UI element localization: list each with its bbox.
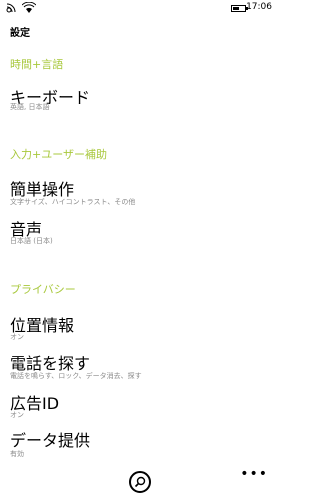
setting-item-feedback[interactable]: データ提供 — [10, 427, 90, 451]
setting-item-feedback-subtitle: 有効 — [10, 450, 24, 458]
group-header-time-language: 時間+言語 — [10, 58, 64, 71]
setting-item-speech-subtitle: 日本語 (日本) — [10, 237, 53, 245]
page-title: 設定 — [10, 28, 30, 39]
setting-item-advertising-id-subtitle: オン — [10, 411, 24, 419]
status-bar: 17:06 — [0, 0, 280, 18]
group-header-input-accessibility: 入力+ユーザー補助 — [10, 148, 107, 161]
signal-icon — [6, 3, 16, 13]
battery-icon — [231, 5, 248, 12]
wifi-icon — [22, 2, 36, 13]
more-icon[interactable]: ••• — [240, 466, 268, 482]
setting-item-location-subtitle: オン — [10, 333, 24, 341]
setting-item-find-my-phone-subtitle: 電話を鳴らす、ロック、データ消去、探す — [10, 372, 142, 380]
group-header-privacy: プライバシー — [10, 283, 76, 296]
search-icon[interactable] — [129, 471, 151, 493]
setting-item-keyboard-subtitle: 英語, 日本語 — [10, 103, 50, 111]
status-time: 17:06 — [246, 2, 272, 12]
setting-item-ease-of-access-subtitle: 文字サイズ、ハイコントラスト、その他 — [10, 198, 136, 206]
